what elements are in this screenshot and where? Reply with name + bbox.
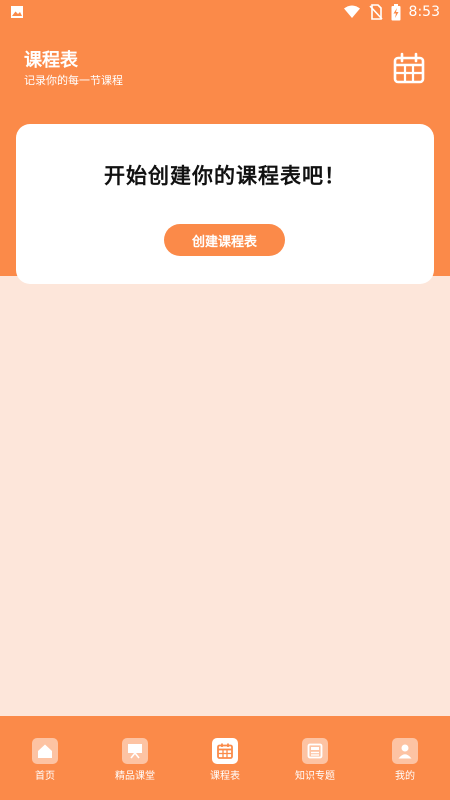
calendar-icon[interactable] [392, 52, 426, 86]
nav-item-topics[interactable]: 知识专题 [270, 716, 360, 800]
nav-label-topics: 知识专题 [295, 771, 335, 782]
battery-charging-icon [391, 3, 401, 20]
nav-item-profile[interactable]: 我的 [360, 716, 450, 800]
image-icon [11, 6, 23, 18]
nav-label-home: 首页 [35, 771, 55, 782]
nav-item-home[interactable]: 首页 [0, 716, 90, 800]
profile-icon [392, 738, 418, 764]
create-schedule-button[interactable]: 创建课程表 [164, 224, 285, 256]
classroom-icon [122, 738, 148, 764]
content-area [0, 276, 450, 716]
page-title: 课程表 [24, 50, 78, 71]
empty-schedule-card: 开始创建你的课程表吧！ 创建课程表 [16, 124, 434, 284]
nav-label-classroom: 精品课堂 [115, 771, 155, 782]
status-time: 8:53 [408, 4, 440, 20]
home-icon [32, 738, 58, 764]
nav-label-profile: 我的 [395, 771, 415, 782]
topic-icon [302, 738, 328, 764]
status-icons: 8:53 [343, 3, 440, 21]
nav-label-schedule: 课程表 [210, 771, 240, 782]
nav-item-schedule[interactable]: 课程表 [180, 716, 270, 800]
nav-item-classroom[interactable]: 精品课堂 [90, 716, 180, 800]
status-bar: 8:53 [0, 0, 450, 24]
page-subtitle: 记录你的每一节课程 [24, 74, 123, 87]
no-sim-icon [368, 4, 383, 20]
card-title: 开始创建你的课程表吧！ [104, 164, 346, 188]
calendar-icon [212, 738, 238, 764]
wifi-icon [343, 5, 360, 18]
bottom-nav: 首页 精品课堂 课程表 知识专题 我的 [0, 716, 450, 800]
